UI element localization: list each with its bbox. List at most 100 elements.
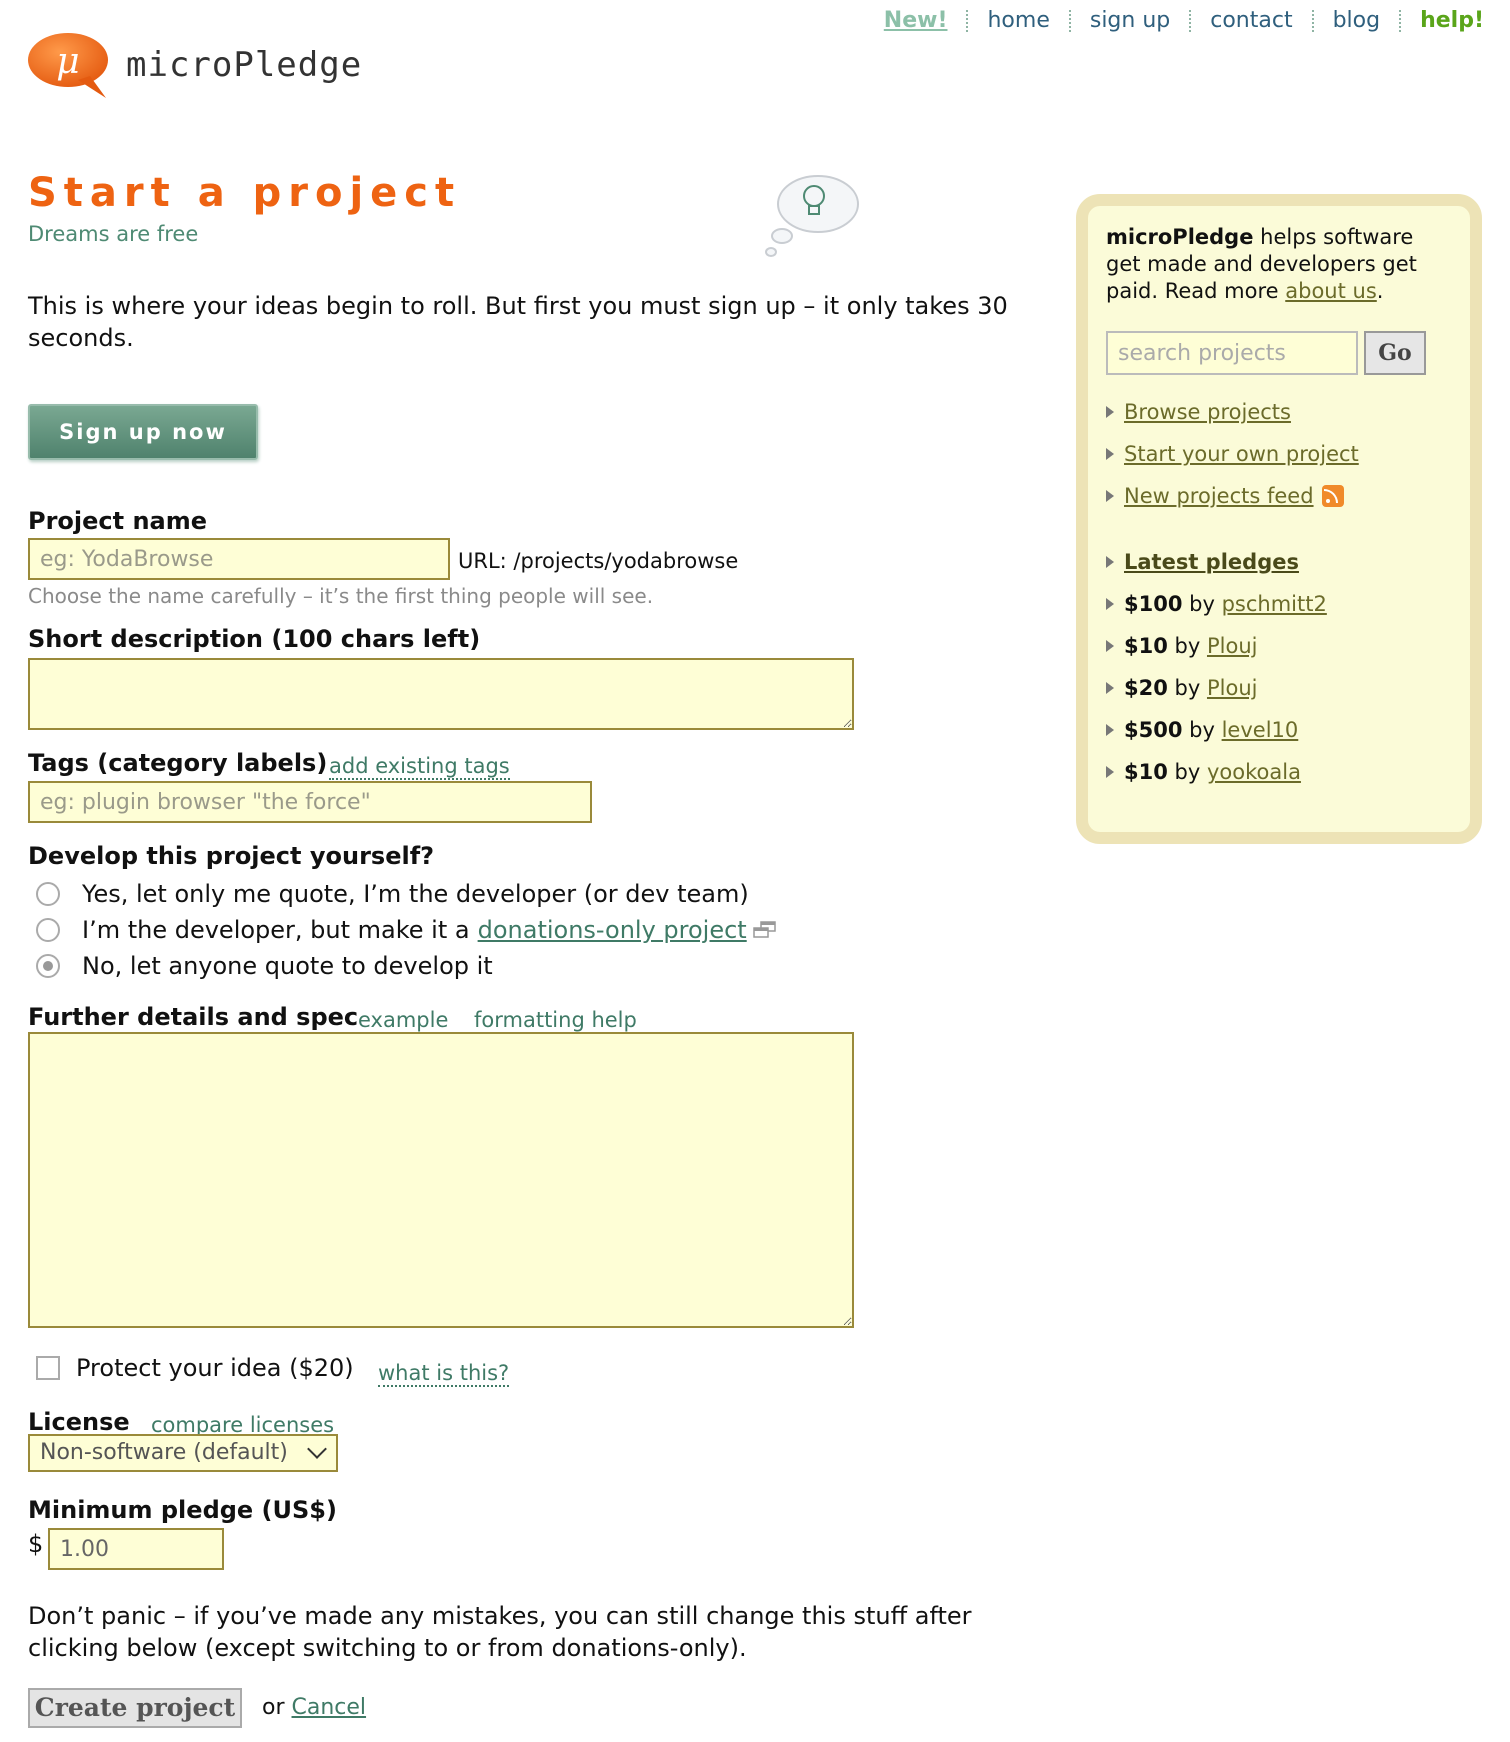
search-go-button[interactable]: Go [1364, 331, 1426, 375]
project-name-label: Project name [28, 507, 208, 535]
latest-pledges-list: Latest pledges $100 by pschmitt2 $10 by … [1106, 541, 1452, 793]
bullet-triangle-icon [1106, 640, 1114, 652]
pledge-by: by [1174, 760, 1201, 784]
dont-panic-note: Don’t panic – if you’ve made any mistake… [28, 1602, 972, 1662]
further-details-textarea[interactable] [28, 1032, 854, 1328]
intro-text: This is where your ideas begin to roll. … [28, 292, 1008, 352]
further-details-label: Further details and spec [28, 1003, 359, 1031]
sidebar-link-item: Browse projects [1106, 391, 1452, 433]
pledge-user-link[interactable]: yookoala [1207, 760, 1301, 784]
popup-window-icon [752, 921, 776, 938]
svg-text:μ: μ [56, 41, 79, 82]
bullet-triangle-icon [1106, 556, 1114, 568]
license-select-value: Non-software (default) [40, 1440, 288, 1465]
nav-separator [1068, 9, 1071, 32]
create-project-button[interactable]: Create project [28, 1688, 242, 1728]
site-logo[interactable]: μ microPledge [26, 30, 362, 100]
pledge-amount: $100 [1124, 592, 1183, 616]
sidebar-link-item: Latest pledges [1106, 541, 1452, 583]
sidebar-brand: microPledge [1106, 225, 1254, 249]
sidebar-links: Browse projects Start your own project N… [1106, 391, 1452, 517]
page-subtitle: Dreams are free [28, 222, 199, 246]
tags-label: Tags (category labels) [28, 749, 328, 777]
radio-label: Yes, let only me quote, I’m the develope… [82, 880, 749, 908]
nav-home-link[interactable]: home [987, 8, 1049, 33]
pledge-item: $20 by Plouj [1106, 667, 1452, 709]
short-description-label: Short description (100 chars left) [28, 625, 481, 653]
pledge-user-link[interactable]: Plouj [1207, 676, 1258, 700]
pledge-by: by [1174, 676, 1201, 700]
latest-pledges-link[interactable]: Latest pledges [1124, 550, 1299, 574]
develop-option-anyone[interactable]: No, let anyone quote to develop it [36, 952, 493, 980]
sidebar-search: Go [1106, 331, 1452, 375]
protect-idea-checkbox[interactable] [36, 1356, 60, 1380]
nav-blog-link[interactable]: blog [1333, 8, 1381, 33]
radio-button[interactable] [36, 918, 60, 942]
search-projects-input[interactable] [1106, 331, 1358, 375]
radio-label: No, let anyone quote to develop it [82, 952, 493, 980]
new-projects-feed-link[interactable]: New projects feed [1124, 484, 1314, 508]
sign-up-now-button[interactable]: Sign up now [28, 404, 258, 460]
pledge-item: $10 by yookoala [1106, 751, 1452, 793]
pledge-user-link[interactable]: pschmitt2 [1222, 592, 1327, 616]
currency-symbol: $ [28, 1530, 44, 1558]
pledge-user-link[interactable]: level10 [1222, 718, 1299, 742]
pledge-by: by [1189, 592, 1215, 616]
project-url-text: URL: /projects/yodabrowse [458, 549, 739, 573]
radio-label: I’m the developer, but make it a [82, 916, 470, 944]
logo-text: microPledge [126, 45, 363, 85]
bullet-triangle-icon [1106, 598, 1114, 610]
what-is-this-link[interactable]: what is this? [378, 1361, 510, 1387]
or-cancel: or Cancel [262, 1695, 366, 1720]
sidebar-link-item: Start your own project [1106, 433, 1452, 475]
bullet-triangle-icon [1106, 724, 1114, 736]
protect-idea-label: Protect your idea ($20) [76, 1354, 354, 1382]
thought-bubble-icon [765, 175, 859, 257]
pledge-by: by [1174, 634, 1201, 658]
browse-projects-link[interactable]: Browse projects [1124, 400, 1291, 424]
minimum-pledge-input[interactable] [48, 1528, 224, 1570]
nav-separator [1311, 9, 1314, 32]
cancel-link[interactable]: Cancel [292, 1695, 367, 1720]
bullet-triangle-icon [1106, 448, 1114, 460]
or-text: or [262, 1695, 285, 1720]
radio-button-selected[interactable] [36, 954, 60, 978]
sidebar-intro: microPledge helps software get made and … [1106, 225, 1417, 303]
sidebar: microPledge helps software get made and … [1076, 194, 1482, 844]
pledge-item: $500 by level10 [1106, 709, 1452, 751]
start-own-project-link[interactable]: Start your own project [1124, 442, 1359, 466]
add-existing-tags-link[interactable]: add existing tags [329, 754, 510, 780]
top-nav: New! home sign up contact blog help! [884, 8, 1484, 33]
project-name-hint: Choose the name carefully – it’s the fir… [28, 584, 654, 608]
develop-option-donations[interactable]: I’m the developer, but make it a donatio… [36, 916, 777, 944]
nav-contact-link[interactable]: contact [1210, 8, 1292, 33]
pledge-amount: $10 [1124, 760, 1168, 784]
about-us-link[interactable]: about us [1285, 279, 1377, 303]
minimum-pledge-label: Minimum pledge (US$) [28, 1496, 337, 1524]
short-description-textarea[interactable] [28, 658, 854, 730]
donations-only-link[interactable]: donations-only project [478, 916, 747, 944]
chevron-down-icon [307, 1439, 327, 1459]
logo-bubble-icon: μ [28, 33, 108, 98]
project-name-input[interactable] [28, 538, 450, 580]
develop-yourself-label: Develop this project yourself? [28, 842, 435, 870]
nav-separator [1399, 9, 1402, 32]
license-select[interactable]: Non-software (default) [28, 1434, 338, 1472]
license-label: License [28, 1408, 130, 1436]
example-link[interactable]: example [358, 1008, 449, 1034]
pledge-item: $10 by Plouj [1106, 625, 1452, 667]
pledge-by: by [1189, 718, 1215, 742]
radio-button[interactable] [36, 882, 60, 906]
nav-help-link[interactable]: help! [1420, 8, 1484, 33]
nav-signup-link[interactable]: sign up [1090, 8, 1170, 33]
pledge-amount: $10 [1124, 634, 1168, 658]
rss-feed-icon[interactable] [1321, 485, 1344, 507]
bullet-triangle-icon [1106, 490, 1114, 502]
sidebar-link-item: New projects feed [1106, 475, 1452, 517]
pledge-user-link[interactable]: Plouj [1207, 634, 1258, 658]
tags-input[interactable] [28, 781, 592, 823]
develop-option-only-me[interactable]: Yes, let only me quote, I’m the develope… [36, 880, 749, 908]
pledge-amount: $500 [1124, 718, 1183, 742]
nav-new-link[interactable]: New! [884, 8, 948, 33]
formatting-help-link[interactable]: formatting help [474, 1008, 637, 1034]
